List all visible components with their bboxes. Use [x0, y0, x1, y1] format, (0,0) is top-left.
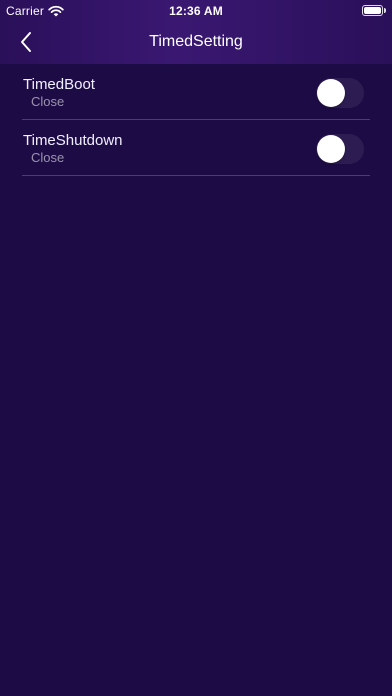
top-bar: Carrier 12:36 AM TimedSetting: [0, 0, 392, 64]
setting-title: TimedBoot: [23, 76, 95, 93]
battery-icon: [362, 5, 386, 16]
settings-list: TimedBoot Close TimeShutdown Close: [22, 64, 370, 176]
setting-row-time-shutdown: TimeShutdown Close: [22, 120, 370, 176]
page-title: TimedSetting: [149, 33, 243, 50]
setting-row-timed-boot: TimedBoot Close: [22, 64, 370, 120]
status-bar: Carrier 12:36 AM: [0, 0, 392, 20]
status-time: 12:36 AM: [169, 4, 223, 18]
timed-boot-toggle[interactable]: [316, 78, 364, 108]
battery-tip: [384, 8, 386, 13]
setting-title: TimeShutdown: [23, 132, 123, 149]
toggle-knob: [317, 135, 345, 163]
setting-status: Close: [31, 94, 65, 109]
toggle-knob: [317, 79, 345, 107]
time-shutdown-toggle[interactable]: [316, 134, 364, 164]
battery-fill: [364, 7, 381, 14]
setting-status: Close: [31, 150, 65, 165]
navigation-bar: TimedSetting: [0, 20, 392, 64]
